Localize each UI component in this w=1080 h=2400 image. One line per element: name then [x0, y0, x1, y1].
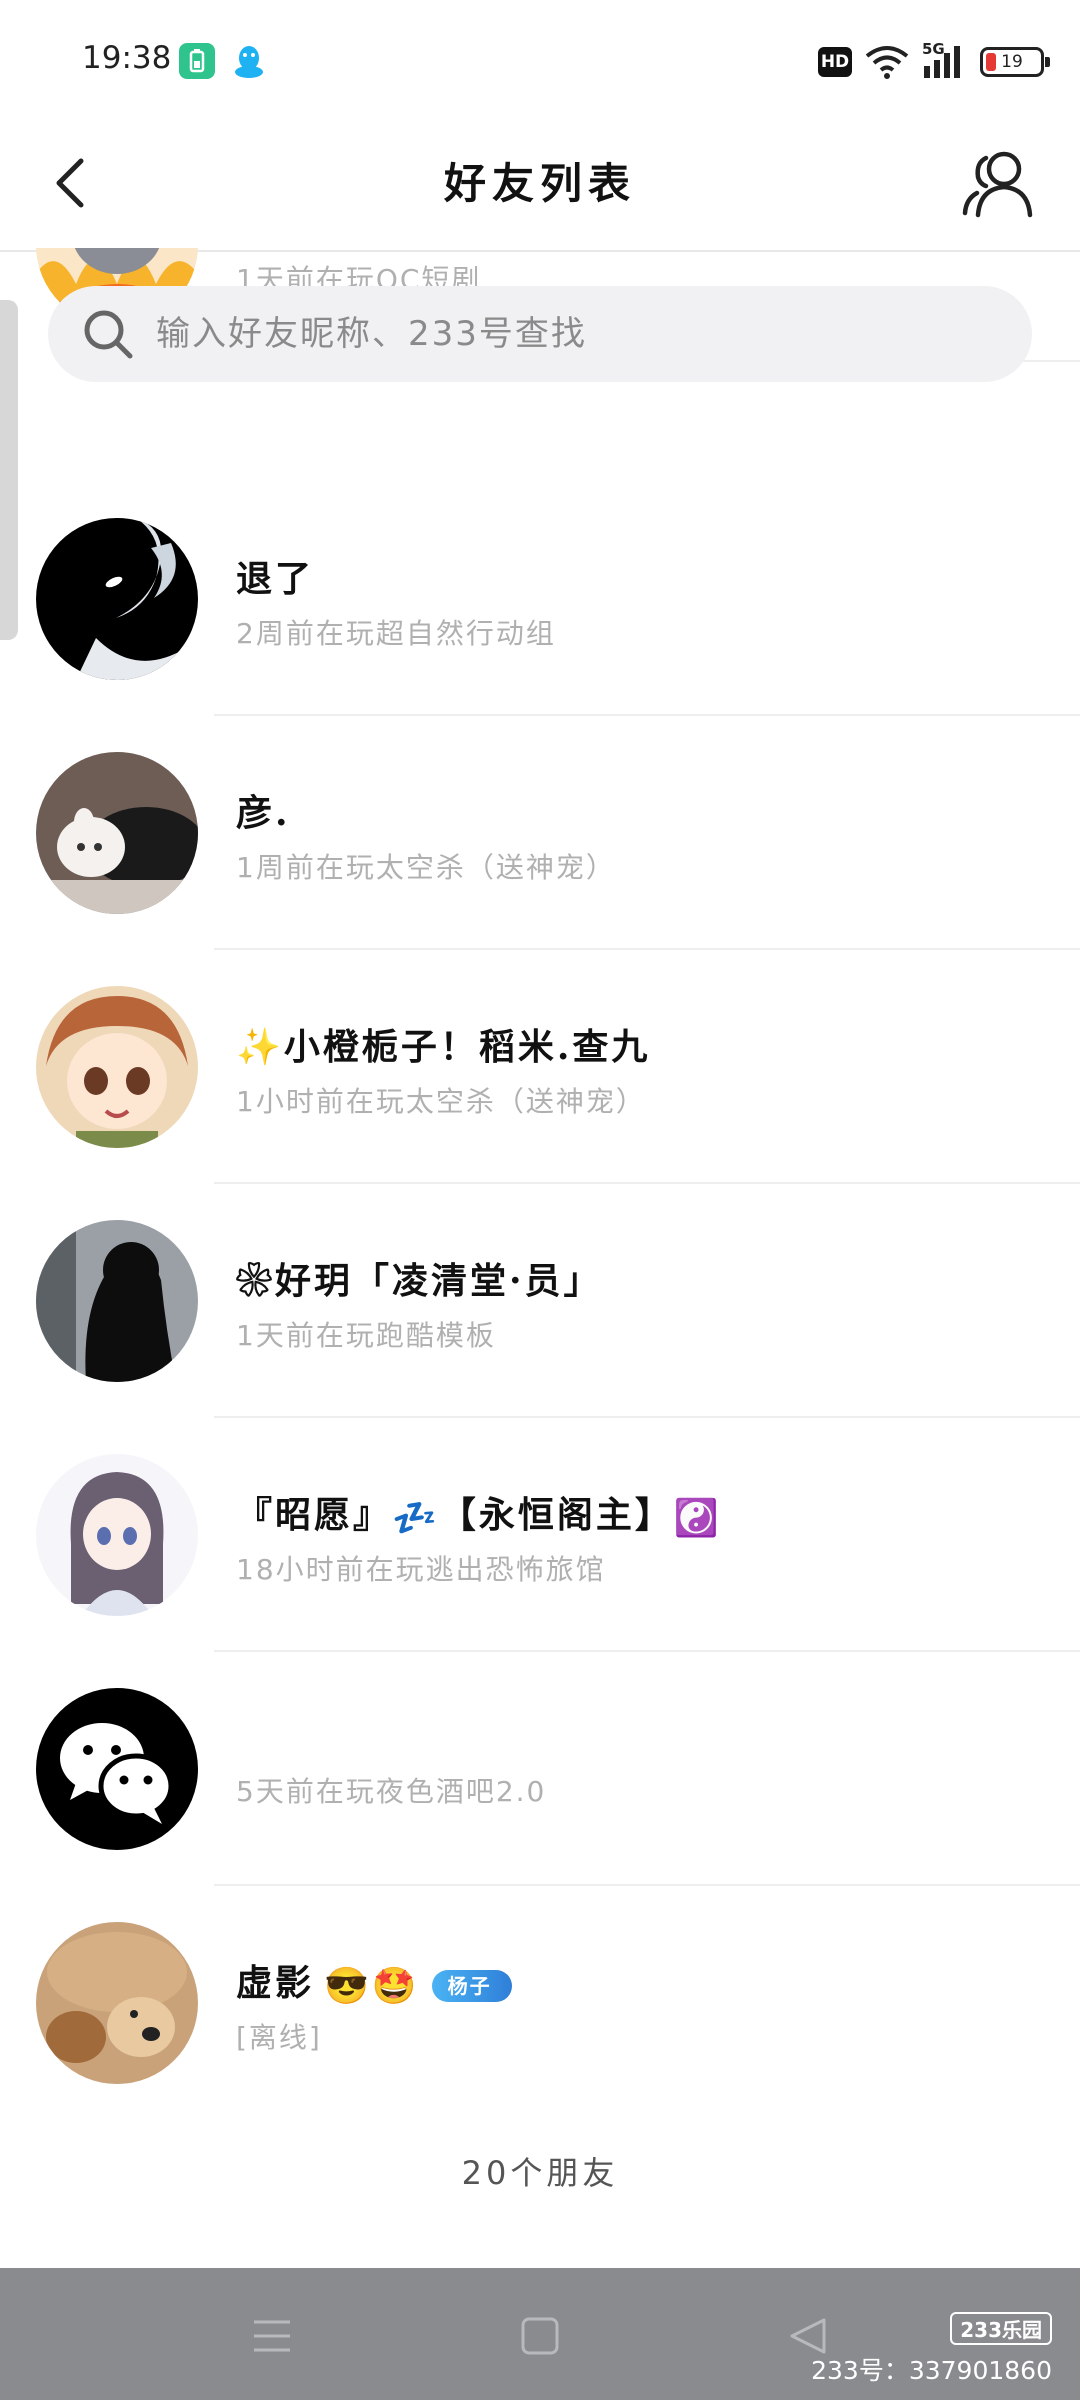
friend-status: 1天前在玩跑酷模板	[236, 1319, 496, 1352]
friend-name: ✨小橙栀子！稻米.查九	[236, 1026, 651, 1068]
search-icon	[84, 310, 133, 359]
friend-name-suffix: 【永恒阁主】	[439, 1494, 674, 1536]
battery-indicator: 19	[980, 47, 1050, 77]
hd-badge: HD	[818, 47, 852, 77]
friends-button[interactable]	[958, 144, 1038, 224]
friend-name: 虚影 😎🤩 杨子	[236, 1954, 512, 2007]
menu-icon	[254, 2320, 290, 2352]
list-item[interactable]: 5天前在玩夜色酒吧2.0	[0, 1652, 1080, 1886]
menu-button[interactable]	[242, 2308, 302, 2364]
friend-name: ❀好玥「凌清堂·员」	[236, 1260, 603, 1302]
yin-yang-emoji: ☯️	[673, 1497, 722, 1539]
search-input[interactable]	[154, 313, 978, 355]
friend-badge: 杨子	[431, 1970, 512, 2002]
list-item[interactable]: ❀好玥「凌清堂·员」 1天前在玩跑酷模板	[0, 1184, 1080, 1418]
friends-icon	[962, 151, 1033, 218]
friend-status: [离线]	[236, 2021, 322, 2054]
friend-name: 彦.	[236, 792, 291, 834]
friend-name-text: 虚影	[236, 1962, 315, 2004]
home-button[interactable]	[510, 2308, 570, 2364]
home-icon	[521, 2317, 559, 2355]
avatar[interactable]	[36, 1220, 198, 1382]
avatar[interactable]	[36, 1454, 198, 1616]
header: 好友列表	[0, 120, 1080, 252]
battery-level: 19	[1001, 52, 1023, 72]
avatar[interactable]	[36, 986, 198, 1148]
friend-status: 1小时前在玩太空杀（送神宠）	[236, 1085, 646, 1118]
avatar[interactable]	[36, 1922, 198, 2084]
qq-icon	[235, 46, 263, 78]
face-emoji: 😎🤩	[324, 1965, 420, 2007]
list-item[interactable]: ✨小橙栀子！稻米.查九 1小时前在玩太空杀（送神宠）	[0, 950, 1080, 1184]
watermark: 233乐园 233号：337901860	[811, 2312, 1052, 2387]
friend-name-text: 『昭愿』	[236, 1494, 393, 1536]
friend-count: 20个朋友	[461, 2154, 619, 2192]
wechat-icon	[36, 1688, 198, 1850]
avatar[interactable]	[36, 518, 198, 680]
list-item[interactable]: 退了 2周前在玩超自然行动组	[0, 482, 1080, 716]
friend-list[interactable]: 1天前在玩OC短剧 退了 2周前在玩超自然行动组 彦. 1周前在玩太空杀（送神宠…	[0, 248, 1080, 2116]
friend-name: 退了	[236, 558, 315, 600]
friend-status: 5天前在玩夜色酒吧2.0	[236, 1775, 547, 1808]
wifi-icon	[865, 46, 909, 79]
status-right: HD 5G 19	[818, 40, 1050, 84]
list-item[interactable]: 虚影 😎🤩 杨子 [离线]	[0, 1886, 1080, 2116]
scroll-handle[interactable]	[0, 300, 18, 640]
signal-icon: 5G	[922, 40, 968, 80]
status-time: 19:38	[82, 40, 172, 76]
friend-status: 18小时前在玩逃出恐怖旅馆	[236, 1553, 606, 1586]
watermark-text: 233号：337901860	[811, 2356, 1052, 2385]
list-item[interactable]: 『昭愿』💤【永恒阁主】☯️ 18小时前在玩逃出恐怖旅馆	[0, 1418, 1080, 1652]
search-bar[interactable]	[48, 286, 1032, 382]
battery-saver-icon	[179, 43, 215, 79]
friend-status: 2周前在玩超自然行动组	[236, 617, 556, 650]
list-item[interactable]: 彦. 1周前在玩太空杀（送神宠）	[0, 716, 1080, 950]
avatar[interactable]	[36, 1688, 198, 1850]
avatar[interactable]	[36, 752, 198, 914]
page-title: 好友列表	[443, 159, 636, 208]
friend-name: 『昭愿』💤【永恒阁主】☯️	[236, 1486, 722, 1539]
friend-status: 1周前在玩太空杀（送神宠）	[236, 851, 616, 884]
status-bar: 19:38 HD 5G 19	[0, 0, 1080, 120]
watermark-logo: 233乐园	[950, 2312, 1052, 2345]
sleep-emoji: 💤	[392, 1497, 440, 1539]
